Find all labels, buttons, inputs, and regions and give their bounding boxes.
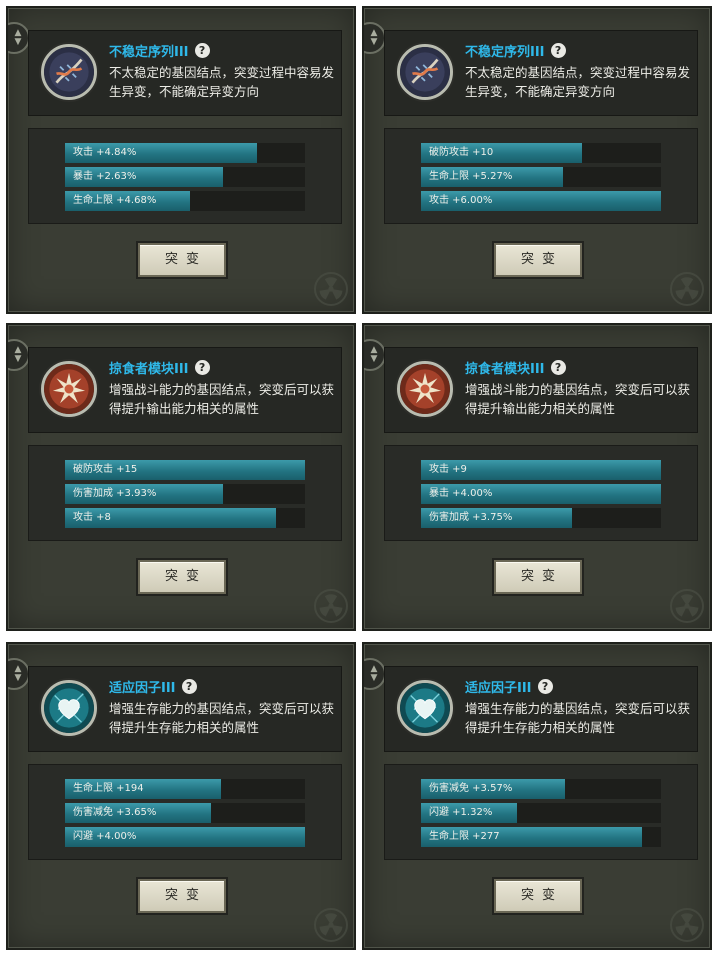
gene-header: 适应因子III ? 增强生存能力的基因结点，突变后可以获得提升生存能力相关的属性 [384,666,698,752]
stat-label: 破防攻击 +10 [429,147,494,158]
help-icon[interactable]: ? [550,360,566,375]
gene-header: 掠食者模块III ? 增强战斗能力的基因结点，突变后可以获得提升输出能力相关的属… [384,347,698,433]
radiation-icon [670,589,704,623]
help-icon[interactable]: ? [194,43,210,58]
stat-label: 闪避 +4.00% [73,831,137,842]
scroll-arrows-icon[interactable]: ▲ ▼ [8,658,30,690]
scroll-arrows-icon[interactable]: ▲ ▼ [364,658,386,690]
gene-title: 适应因子III [109,681,176,696]
stat-row: 暴击 +4.00% [421,484,661,504]
scroll-arrows-icon[interactable]: ▲ ▼ [364,22,386,54]
gene-panel: ▲ ▼ 不稳定序列III ? 不太稳定的基因结点，突变过程中容易发生异变，不能确定… [6,6,356,314]
stat-row: 伤害减免 +3.57% [421,779,661,799]
gene-title: 掠食者模块III [465,362,545,377]
stat-label: 破防攻击 +15 [73,464,138,475]
stat-label: 生命上限 +277 [429,831,500,842]
stat-label: 伤害加成 +3.93% [73,488,157,499]
mutate-button[interactable]: 突变 [138,879,226,913]
stat-row: 攻击 +6.00% [421,191,661,211]
stat-label: 攻击 +8 [73,512,111,523]
radiation-icon [314,272,348,306]
radiation-icon [314,908,348,942]
stat-row: 暴击 +2.63% [65,167,305,187]
stat-row: 伤害减免 +3.65% [65,803,305,823]
gene-title: 适应因子III [465,681,532,696]
heart-icon [41,680,97,736]
mutate-button[interactable]: 突变 [494,243,582,277]
stat-label: 伤害加成 +3.75% [429,512,513,523]
radiation-icon [670,272,704,306]
stat-label: 生命上限 +5.27% [429,171,513,182]
radiation-icon [314,589,348,623]
spiked-burst-icon [41,361,97,417]
stat-label: 伤害减免 +3.57% [429,783,513,794]
help-icon[interactable]: ? [181,679,197,694]
stat-row: 生命上限 +4.68% [65,191,305,211]
mutate-button[interactable]: 突变 [494,879,582,913]
gene-description: 不太稳定的基因结点，突变过程中容易发生异变，不能确定异变方向 [465,65,691,99]
stat-row: 攻击 +4.84% [65,143,305,163]
gene-panel: ▲ ▼ 掠食者模块III ? 增强战斗能力的基因结点，突变后可以获得提升输出能力相… [362,323,712,631]
stat-row: 伤害加成 +3.93% [65,484,305,504]
stats-list: 伤害减免 +3.57% 闪避 +1.32% 生命上限 +277 [384,764,698,860]
dna-icon [41,44,97,100]
scroll-arrows-icon[interactable]: ▲ ▼ [8,22,30,54]
dna-icon [397,44,453,100]
gene-header: 适应因子III ? 增强生存能力的基因结点，突变后可以获得提升生存能力相关的属性 [28,666,342,752]
stats-list: 攻击 +4.84% 暴击 +2.63% 生命上限 +4.68% [28,128,342,224]
stats-list: 攻击 +9 暴击 +4.00% 伤害加成 +3.75% [384,445,698,541]
gene-title: 不稳定序列III [465,45,545,60]
help-icon[interactable]: ? [550,43,566,58]
stats-list: 生命上限 +194 伤害减免 +3.65% 闪避 +4.00% [28,764,342,860]
gene-description: 增强战斗能力的基因结点，突变后可以获得提升输出能力相关的属性 [109,382,335,416]
stat-row: 生命上限 +194 [65,779,305,799]
gene-panel: ▲ ▼ 掠食者模块III ? 增强战斗能力的基因结点，突变后可以获得提升输出能力相… [6,323,356,631]
scroll-arrows-icon[interactable]: ▲ ▼ [8,339,30,371]
gene-title: 不稳定序列III [109,45,189,60]
gene-description: 增强生存能力的基因结点，突变后可以获得提升生存能力相关的属性 [109,701,335,735]
spiked-burst-icon [397,361,453,417]
gene-panel: ▲ ▼ 适应因子III ? 增强生存能力的基因结点，突变后可以获得提升生存能力相关… [6,642,356,950]
stat-row: 伤害加成 +3.75% [421,508,661,528]
stat-row: 破防攻击 +10 [421,143,661,163]
stat-row: 生命上限 +277 [421,827,661,847]
mutate-button[interactable]: 突变 [138,560,226,594]
gene-panel: ▲ ▼ 适应因子III ? 增强生存能力的基因结点，突变后可以获得提升生存能力相关… [362,642,712,950]
stat-row: 攻击 +9 [421,460,661,480]
stat-row: 攻击 +8 [65,508,305,528]
stat-row: 闪避 +4.00% [65,827,305,847]
heart-icon [397,680,453,736]
gene-header: 不稳定序列III ? 不太稳定的基因结点，突变过程中容易发生异变，不能确定异变方… [28,30,342,116]
stat-label: 闪避 +1.32% [429,807,493,818]
stat-label: 暴击 +4.00% [429,488,493,499]
stat-label: 攻击 +6.00% [429,195,493,206]
radiation-icon [670,908,704,942]
scroll-arrows-icon[interactable]: ▲ ▼ [364,339,386,371]
gene-panel: ▲ ▼ 不稳定序列III ? 不太稳定的基因结点，突变过程中容易发生异变，不能确定… [362,6,712,314]
stat-label: 暴击 +2.63% [73,171,137,182]
gene-header: 掠食者模块III ? 增强战斗能力的基因结点，突变后可以获得提升输出能力相关的属… [28,347,342,433]
help-icon[interactable]: ? [194,360,210,375]
stat-row: 闪避 +1.32% [421,803,661,823]
stat-label: 生命上限 +194 [73,783,144,794]
mutate-button[interactable]: 突变 [138,243,226,277]
gene-description: 不太稳定的基因结点，突变过程中容易发生异变，不能确定异变方向 [109,65,335,99]
gene-description: 增强生存能力的基因结点，突变后可以获得提升生存能力相关的属性 [465,701,691,735]
mutate-button[interactable]: 突变 [494,560,582,594]
stat-row: 破防攻击 +15 [65,460,305,480]
stats-list: 破防攻击 +10 生命上限 +5.27% 攻击 +6.00% [384,128,698,224]
stat-row: 生命上限 +5.27% [421,167,661,187]
gene-description: 增强战斗能力的基因结点，突变后可以获得提升输出能力相关的属性 [465,382,691,416]
gene-header: 不稳定序列III ? 不太稳定的基因结点，突变过程中容易发生异变，不能确定异变方… [384,30,698,116]
stat-label: 攻击 +9 [429,464,467,475]
stat-label: 伤害减免 +3.65% [73,807,157,818]
help-icon[interactable]: ? [537,679,553,694]
stats-list: 破防攻击 +15 伤害加成 +3.93% 攻击 +8 [28,445,342,541]
stat-label: 攻击 +4.84% [73,147,137,158]
gene-title: 掠食者模块III [109,362,189,377]
stat-label: 生命上限 +4.68% [73,195,157,206]
